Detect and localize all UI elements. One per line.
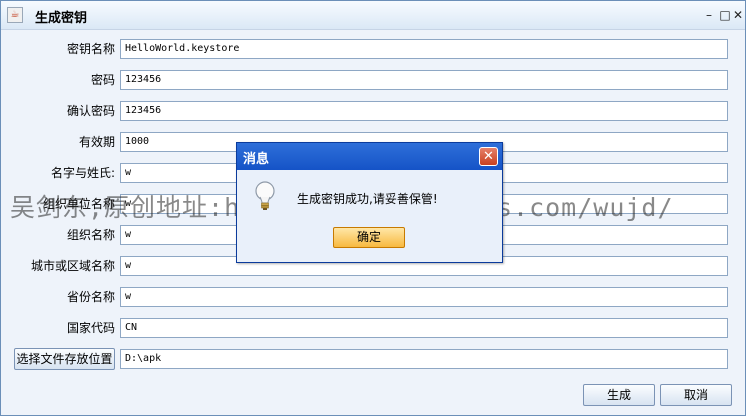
window-title: 生成密钥: [35, 11, 88, 26]
label-city: 城市或区域名称: [30, 259, 115, 273]
label-country-code: 国家代码: [66, 321, 115, 335]
generate-button[interactable]: 生成: [583, 384, 655, 406]
label-validity: 有效期: [78, 135, 115, 149]
province-field[interactable]: w: [120, 287, 728, 307]
key-name-field[interactable]: HelloWorld.keystore: [120, 39, 728, 59]
label-province: 省份名称: [66, 290, 115, 304]
java-app-icon: ☕: [7, 7, 23, 23]
message-dialog: 消息 ✕ 生成密钥成功,请妥善保管! 确定: [236, 142, 503, 263]
label-org-name: 组织名称: [66, 228, 115, 242]
choose-location-button[interactable]: 选择文件存放位置: [14, 348, 115, 370]
dialog-title: 消息: [243, 152, 270, 167]
minimize-icon[interactable]: –: [703, 9, 715, 21]
country-code-field[interactable]: CN: [120, 318, 728, 338]
maximize-icon[interactable]: □: [719, 9, 731, 21]
label-full-name: 名字与姓氏:: [50, 166, 115, 180]
confirm-password-field[interactable]: 123456: [120, 101, 728, 121]
location-field[interactable]: D:\apk: [120, 349, 728, 369]
label-password: 密码: [90, 73, 115, 87]
cancel-button[interactable]: 取消: [660, 384, 732, 406]
lightbulb-icon: [255, 181, 275, 210]
dialog-message: 生成密钥成功,请妥善保管!: [297, 192, 438, 206]
ok-button[interactable]: 确定: [333, 227, 405, 248]
close-icon[interactable]: ✕: [732, 9, 744, 21]
label-key-name: 密钥名称: [66, 42, 115, 56]
dialog-close-icon[interactable]: ✕: [479, 147, 498, 166]
password-field[interactable]: 123456: [120, 70, 728, 90]
title-bar: ☕ 生成密钥 – □ ✕: [1, 1, 745, 30]
dialog-title-bar: 消息 ✕: [237, 143, 502, 170]
label-confirm-password: 确认密码: [66, 104, 115, 118]
label-org-unit: 组织单位名称: [42, 197, 115, 211]
